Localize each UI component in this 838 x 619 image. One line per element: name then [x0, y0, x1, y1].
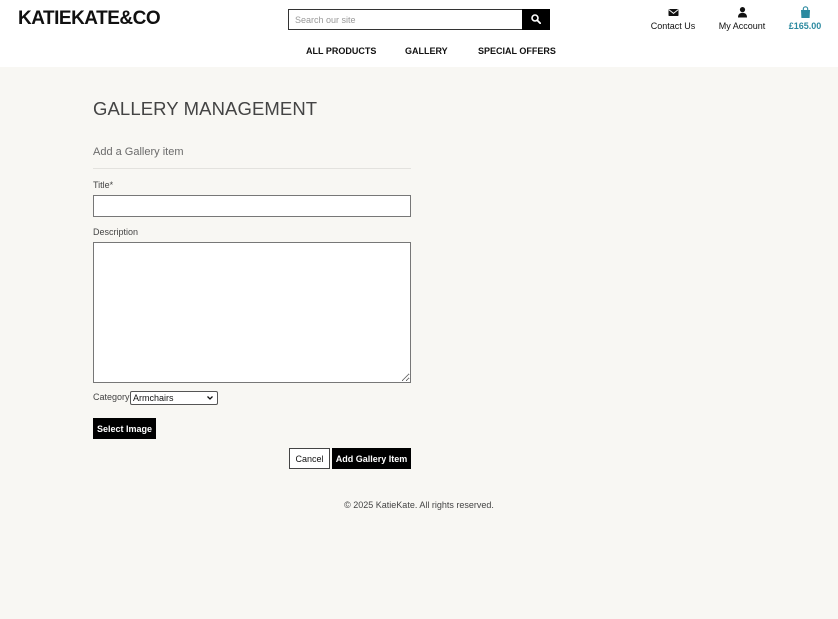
divider [93, 168, 411, 169]
nav-gallery[interactable]: GALLERY [405, 46, 448, 56]
search-bar [288, 9, 550, 30]
title-label: Title* [93, 180, 114, 190]
site-header: KATIEKATE&CO ALL PRODUCTS GALLERY SPECIA… [0, 0, 838, 67]
nav-all-products[interactable]: ALL PRODUCTS [306, 46, 376, 56]
account-label: My Account [718, 21, 766, 31]
basket-link[interactable]: £165.00 [785, 6, 825, 31]
description-textarea[interactable] [93, 242, 411, 383]
user-icon [737, 7, 747, 18]
basket-total: £165.00 [788, 21, 822, 31]
envelope-icon [668, 9, 678, 16]
page-title: GALLERY MANAGEMENT [93, 98, 318, 119]
category-label: Category [93, 392, 130, 402]
form-subtitle: Add a Gallery item [93, 146, 184, 158]
shopping-bag-icon [800, 6, 810, 18]
contact-link[interactable]: Contact Us [650, 6, 696, 31]
add-gallery-item-button[interactable]: Add Gallery Item [332, 448, 411, 469]
nav-special-offers[interactable]: SPECIAL OFFERS [478, 46, 556, 56]
contact-label: Contact Us [650, 21, 696, 31]
title-input[interactable] [93, 195, 411, 217]
category-select[interactable]: Armchairs [130, 391, 218, 405]
select-image-button[interactable]: Select Image [93, 418, 156, 439]
search-input[interactable] [289, 10, 523, 29]
chevron-down-icon [207, 396, 213, 400]
site-logo[interactable]: KATIEKATE&CO [18, 8, 161, 30]
search-icon [531, 14, 541, 24]
search-button[interactable] [522, 9, 550, 30]
category-selected-value: Armchairs [133, 393, 174, 403]
account-link[interactable]: My Account [716, 6, 768, 31]
cancel-button[interactable]: Cancel [289, 448, 330, 469]
description-label: Description [93, 227, 139, 237]
footer-copyright: © 2025 KatieKate. All rights reserved. [344, 500, 494, 510]
